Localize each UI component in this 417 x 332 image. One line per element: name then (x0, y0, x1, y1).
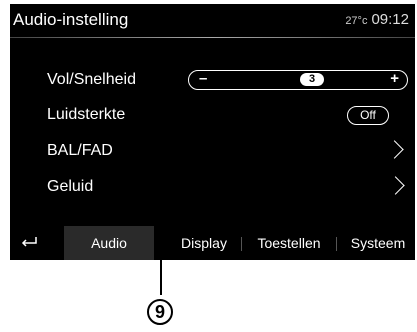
tab-audio[interactable]: Audio (64, 226, 154, 260)
tab-systeem[interactable]: Systeem (341, 226, 415, 260)
tab-display[interactable]: Display (171, 226, 237, 260)
settings-row-vol-snelheid: Vol/Snelheid – 3 + (10, 64, 415, 98)
settings-row-geluid[interactable]: Geluid (10, 171, 415, 205)
status-readout: 27°c 09:12 (345, 11, 409, 28)
multimedia-screen: Audio-instelling 27°c 09:12 Vol/Snelheid … (10, 4, 415, 260)
page-title: Audio-instelling (13, 10, 129, 29)
decrease-button[interactable]: – (199, 70, 207, 87)
tab-bar: Audio Display Toestellen Systeem (10, 226, 415, 260)
temperature-readout: 27°c (345, 15, 368, 27)
back-arrow-icon[interactable] (20, 236, 38, 248)
callout-number: 9 (147, 299, 173, 325)
loudness-toggle[interactable]: Off (347, 106, 389, 125)
header-bar: Audio-instelling 27°c 09:12 (10, 4, 415, 34)
header-divider (10, 37, 415, 38)
tab-separator (336, 237, 337, 251)
settings-row-bal-fad[interactable]: BAL/FAD (10, 135, 415, 169)
increase-button[interactable]: + (390, 70, 399, 87)
settings-row-label: Geluid (47, 178, 94, 195)
settings-row-luidsterkte: Luidsterkte Off (10, 99, 415, 133)
time-readout: 09:12 (371, 11, 409, 28)
chevron-right-icon[interactable] (386, 176, 405, 195)
settings-row-label: BAL/FAD (47, 142, 113, 159)
settings-row-label: Vol/Snelheid (47, 71, 136, 88)
stepper-value: 3 (300, 73, 324, 86)
chevron-right-icon[interactable] (385, 140, 404, 159)
callout-leader-line (160, 195, 162, 295)
settings-row-label: Luidsterkte (47, 106, 126, 123)
tab-separator (241, 237, 242, 251)
volume-speed-stepper[interactable]: – 3 + (188, 70, 408, 90)
tab-toestellen[interactable]: Toestellen (246, 226, 332, 260)
